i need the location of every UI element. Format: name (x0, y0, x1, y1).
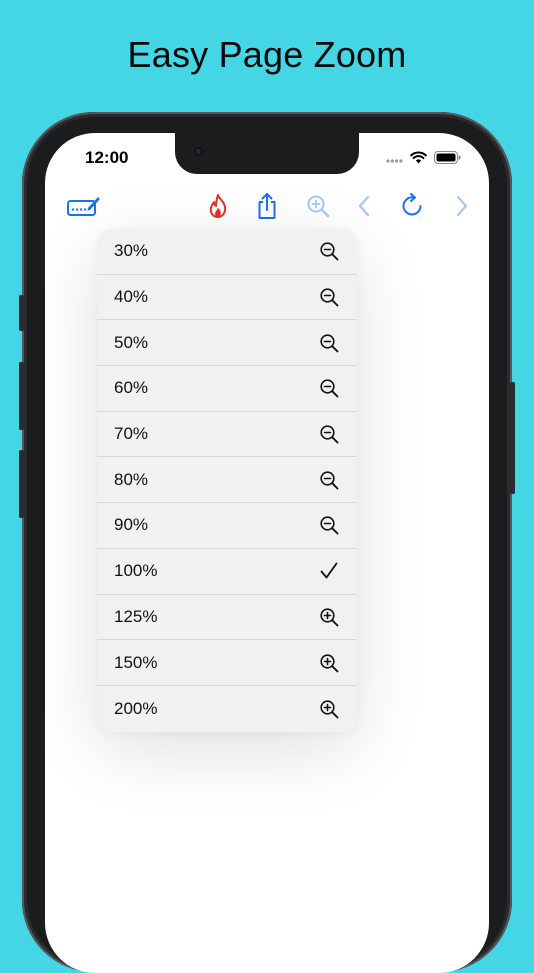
menu-item-label: 70% (114, 424, 149, 444)
menu-item-label: 30% (114, 241, 149, 261)
camera-icon (194, 147, 203, 156)
flame-button[interactable] (203, 191, 233, 221)
back-icon (358, 195, 370, 217)
menu-item-label: 100% (114, 561, 158, 581)
zoom-in-icon (318, 652, 340, 674)
reload-button[interactable] (398, 191, 428, 221)
zoom-out-icon (318, 423, 340, 445)
zoom-in-icon (318, 606, 340, 628)
zoom-option-125[interactable]: 125% (97, 595, 357, 641)
zoom-out-icon (318, 377, 340, 399)
status-time: 12:00 (85, 148, 129, 167)
notch (175, 133, 359, 174)
wifi-icon (410, 151, 427, 164)
zoom-option-30[interactable]: 30% (97, 229, 357, 275)
volume-down-button (19, 450, 24, 518)
forward-button[interactable] (447, 191, 477, 221)
power-button (510, 382, 515, 494)
menu-item-label: 150% (114, 652, 158, 672)
zoom-option-60[interactable]: 60% (97, 366, 357, 412)
device-screen: 12:00 30% 40% 50% 60% 70% 80% 90% 100% 1… (45, 133, 489, 973)
zoom-out-icon (318, 286, 340, 308)
menu-item-label: 90% (114, 515, 149, 535)
zoom-option-80[interactable]: 80% (97, 457, 357, 504)
menu-item-label: 200% (114, 698, 158, 718)
share-icon (258, 193, 276, 219)
zoom-in-icon (318, 698, 340, 720)
zoom-out-icon (318, 240, 340, 262)
battery-icon (434, 151, 461, 164)
zoom-out-icon (318, 514, 340, 536)
keyboard-edit-icon (67, 197, 100, 216)
forward-icon (456, 195, 468, 217)
zoom-button[interactable] (303, 191, 333, 221)
checkmark-icon (318, 560, 340, 582)
zoom-option-40[interactable]: 40% (97, 275, 357, 321)
share-button[interactable] (252, 191, 282, 221)
menu-item-label: 40% (114, 287, 149, 307)
zoom-option-90[interactable]: 90% (97, 503, 357, 549)
zoom-out-icon (318, 469, 340, 491)
zoom-option-100[interactable]: 100% (97, 549, 357, 595)
flame-icon (209, 194, 227, 218)
menu-item-label: 125% (114, 606, 158, 626)
headline: Easy Page Zoom (127, 34, 407, 75)
back-button[interactable] (349, 191, 379, 221)
keyboard-edit-button[interactable] (67, 191, 101, 221)
zoom-option-200[interactable]: 200% (97, 686, 357, 732)
zoom-icon (307, 195, 330, 218)
reload-icon (402, 193, 422, 216)
zoom-menu: 30% 40% 50% 60% 70% 80% 90% 100% 125% 15… (97, 229, 357, 732)
mute-switch (19, 295, 24, 331)
status-icons (386, 151, 461, 164)
menu-item-label: 60% (114, 378, 149, 398)
menu-item-label: 80% (114, 469, 149, 489)
zoom-option-150[interactable]: 150% (97, 640, 357, 686)
signal-icon (386, 158, 403, 163)
zoom-out-icon (318, 332, 340, 354)
menu-item-label: 50% (114, 332, 149, 352)
volume-up-button (19, 362, 24, 430)
zoom-option-70[interactable]: 70% (97, 412, 357, 458)
zoom-option-50[interactable]: 50% (97, 320, 357, 367)
